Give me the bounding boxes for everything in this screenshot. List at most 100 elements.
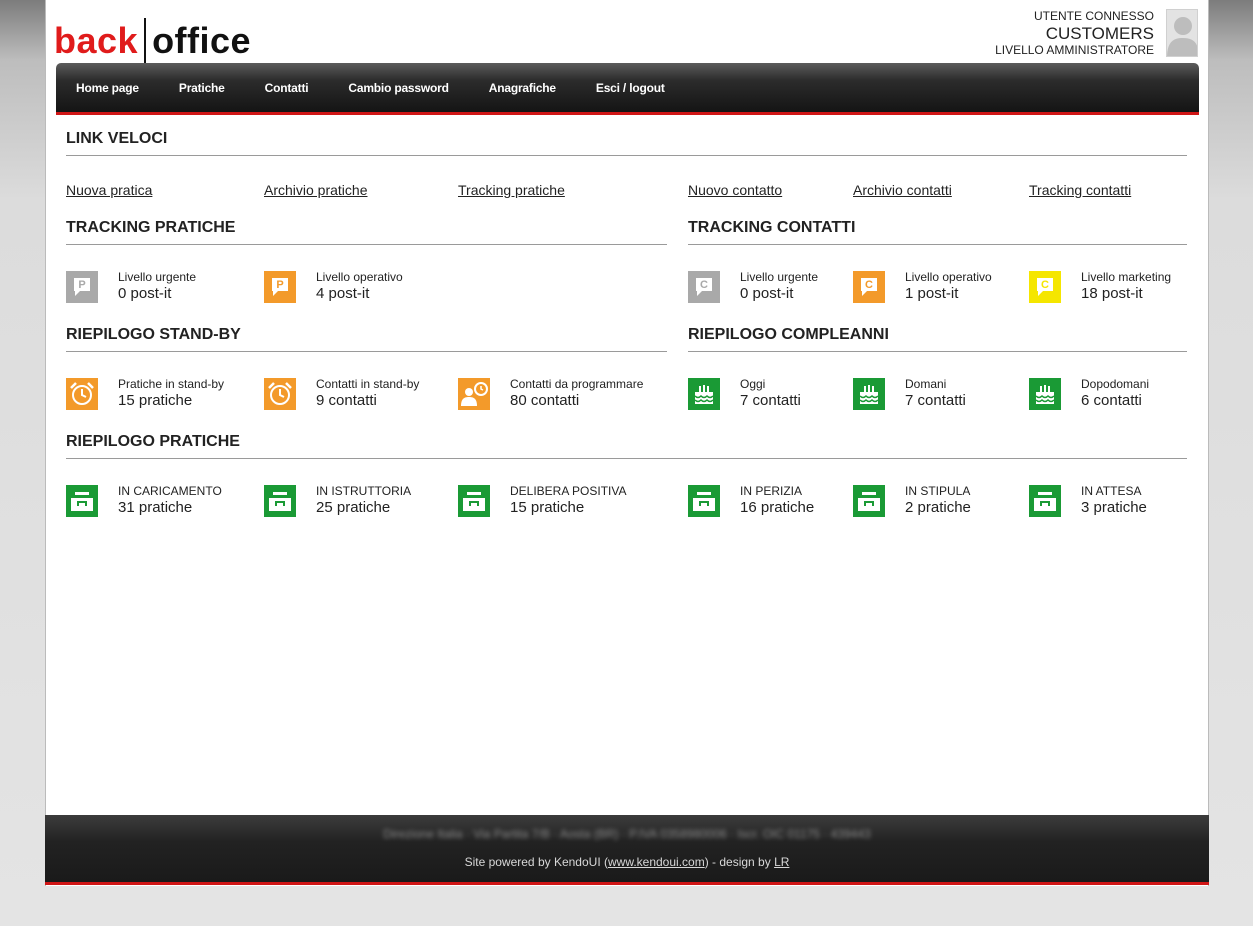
item-value: 7 contatti xyxy=(740,392,801,409)
alarm-clock-icon xyxy=(264,378,296,410)
pratiche-in-attesa[interactable]: IN ATTESA 3 pratiche xyxy=(1029,484,1187,517)
footer-author-link[interactable]: LR xyxy=(774,855,789,869)
item-label: IN PERIZIA xyxy=(740,484,803,498)
tracking-contatti-urgente[interactable]: C Livello urgente 0 post-it xyxy=(688,270,838,303)
item-value: 2 pratiche xyxy=(905,499,971,516)
user-level: LIVELLO AMMINISTRATORE xyxy=(995,43,1154,57)
inbox-tray-icon xyxy=(1029,485,1061,517)
section-title-compleanni: RIEPILOGO COMPLEANNI xyxy=(688,326,1187,352)
avatar[interactable] xyxy=(1166,9,1198,57)
link-nuova-pratica[interactable]: Nuova pratica xyxy=(66,182,152,198)
inbox-tray-icon xyxy=(853,485,885,517)
item-label: IN STIPULA xyxy=(905,484,971,498)
nav-pratiche[interactable]: Pratiche xyxy=(179,80,225,96)
footer-company-info: Direzione Italia · Via Partita 7/B · Aos… xyxy=(383,827,871,841)
svg-text:C: C xyxy=(865,279,873,291)
nav-anagrafiche[interactable]: Anagrafiche xyxy=(489,80,556,96)
item-label: Dopodomani xyxy=(1081,377,1150,391)
link-archivio-pratiche[interactable]: Archivio pratiche xyxy=(264,182,368,198)
item-label: Livello urgente xyxy=(118,270,197,284)
svg-text:C: C xyxy=(1041,279,1049,291)
item-value: 6 contatti xyxy=(1081,392,1142,409)
inbox-tray-icon xyxy=(66,485,98,517)
post-it-p-icon: P xyxy=(264,271,296,303)
inbox-tray-icon xyxy=(688,485,720,517)
item-value: 31 pratiche xyxy=(118,499,193,516)
compleanni-dopodomani[interactable]: Dopodomani 6 contatti xyxy=(1029,377,1187,410)
svg-text:P: P xyxy=(78,279,85,291)
item-label: Contatti da programmare xyxy=(510,377,644,391)
logo-back-text: back xyxy=(54,20,139,61)
user-schedule-icon xyxy=(458,378,490,410)
item-value: 7 contatti xyxy=(905,392,966,409)
item-label: Oggi xyxy=(740,377,766,391)
nav-contatti[interactable]: Contatti xyxy=(265,80,309,96)
nav-logout[interactable]: Esci / logout xyxy=(596,80,665,96)
birthday-cake-icon xyxy=(1029,378,1061,410)
pratiche-in-caricamento[interactable]: IN CARICAMENTO 31 pratiche xyxy=(66,484,246,517)
item-label: Livello urgente xyxy=(740,270,819,284)
item-value: 15 pratiche xyxy=(510,499,585,516)
item-value: 0 post-it xyxy=(740,285,794,302)
user-status-label: UTENTE CONNESSO xyxy=(1033,9,1154,23)
section-title-tracking-contatti: TRACKING CONTATTI xyxy=(688,219,1187,245)
compleanni-oggi[interactable]: Oggi 7 contatti xyxy=(688,377,838,410)
svg-text:P: P xyxy=(276,279,283,291)
pratiche-in-stipula[interactable]: IN STIPULA 2 pratiche xyxy=(853,484,1013,517)
birthday-cake-icon xyxy=(688,378,720,410)
item-label: Livello operativo xyxy=(905,270,992,284)
nav-cambio-password[interactable]: Cambio password xyxy=(348,80,449,96)
item-value: 18 post-it xyxy=(1081,285,1143,302)
pratiche-delibera-positiva[interactable]: DELIBERA POSITIVA 15 pratiche xyxy=(458,484,667,517)
user-name: CUSTOMERS xyxy=(1045,24,1154,43)
item-value: 80 contatti xyxy=(510,392,580,409)
section-title-tracking-pratiche: TRACKING PRATICHE xyxy=(66,219,667,245)
footer-kendoui-link[interactable]: www.kendoui.com xyxy=(608,855,705,869)
tracking-pratiche-operativo[interactable]: P Livello operativo 4 post-it xyxy=(264,270,444,303)
nav-home[interactable]: Home page xyxy=(76,80,139,96)
standby-pratiche[interactable]: Pratiche in stand-by 15 pratiche xyxy=(66,377,246,410)
footer: Direzione Italia · Via Partita 7/B · Aos… xyxy=(45,815,1209,885)
link-tracking-contatti[interactable]: Tracking contatti xyxy=(1029,182,1131,198)
link-nuovo-contatto[interactable]: Nuovo contatto xyxy=(688,182,782,198)
footer-credits-prefix: Site powered by KendoUI ( xyxy=(464,855,608,869)
birthday-cake-icon xyxy=(853,378,885,410)
post-it-p-icon: P xyxy=(66,271,98,303)
inbox-tray-icon xyxy=(458,485,490,517)
item-label: Domani xyxy=(905,377,947,391)
section-title-standby: RIEPILOGO STAND-BY xyxy=(66,326,667,352)
main-container: back office UTENTE CONNESSO CUSTOMERS LI… xyxy=(45,0,1209,886)
item-label: Contatti in stand-by xyxy=(316,377,420,391)
tracking-contatti-marketing[interactable]: C Livello marketing 18 post-it xyxy=(1029,270,1187,303)
link-tracking-pratiche[interactable]: Tracking pratiche xyxy=(458,182,565,198)
section-title-link-veloci: LINK VELOCI xyxy=(66,130,1187,156)
item-label: Livello operativo xyxy=(316,270,403,284)
item-value: 1 post-it xyxy=(905,285,959,302)
compleanni-domani[interactable]: Domani 7 contatti xyxy=(853,377,1013,410)
user-info: UTENTE CONNESSO CUSTOMERS LIVELLO AMMINI… xyxy=(995,9,1154,58)
item-label: Livello marketing xyxy=(1081,270,1172,284)
tracking-contatti-operativo[interactable]: C Livello operativo 1 post-it xyxy=(853,270,1013,303)
logo[interactable]: back office xyxy=(54,17,251,65)
logo-separator xyxy=(144,18,147,64)
item-value: 15 pratiche xyxy=(118,392,193,409)
post-it-c-icon: C xyxy=(1029,271,1061,303)
item-label: IN ATTESA xyxy=(1081,484,1142,498)
item-label: IN CARICAMENTO xyxy=(118,484,222,498)
item-value: 9 contatti xyxy=(316,392,377,409)
inbox-tray-icon xyxy=(264,485,296,517)
user-silhouette-icon xyxy=(1167,17,1197,56)
logo-office-text: office xyxy=(152,20,252,61)
svg-text:C: C xyxy=(700,279,708,291)
tracking-pratiche-urgente[interactable]: P Livello urgente 0 post-it xyxy=(66,270,246,303)
item-value: 3 pratiche xyxy=(1081,499,1147,516)
item-value: 16 pratiche xyxy=(740,499,815,516)
link-archivio-contatti[interactable]: Archivio contatti xyxy=(853,182,952,198)
pratiche-in-istruttoria[interactable]: IN ISTRUTTORIA 25 pratiche xyxy=(264,484,444,517)
standby-contatti[interactable]: Contatti in stand-by 9 contatti xyxy=(264,377,444,410)
post-it-c-icon: C xyxy=(853,271,885,303)
pratiche-in-perizia[interactable]: IN PERIZIA 16 pratiche xyxy=(688,484,838,517)
post-it-c-icon: C xyxy=(688,271,720,303)
item-label: IN ISTRUTTORIA xyxy=(316,484,412,498)
standby-da-programmare[interactable]: Contatti da programmare 80 contatti xyxy=(458,377,667,410)
